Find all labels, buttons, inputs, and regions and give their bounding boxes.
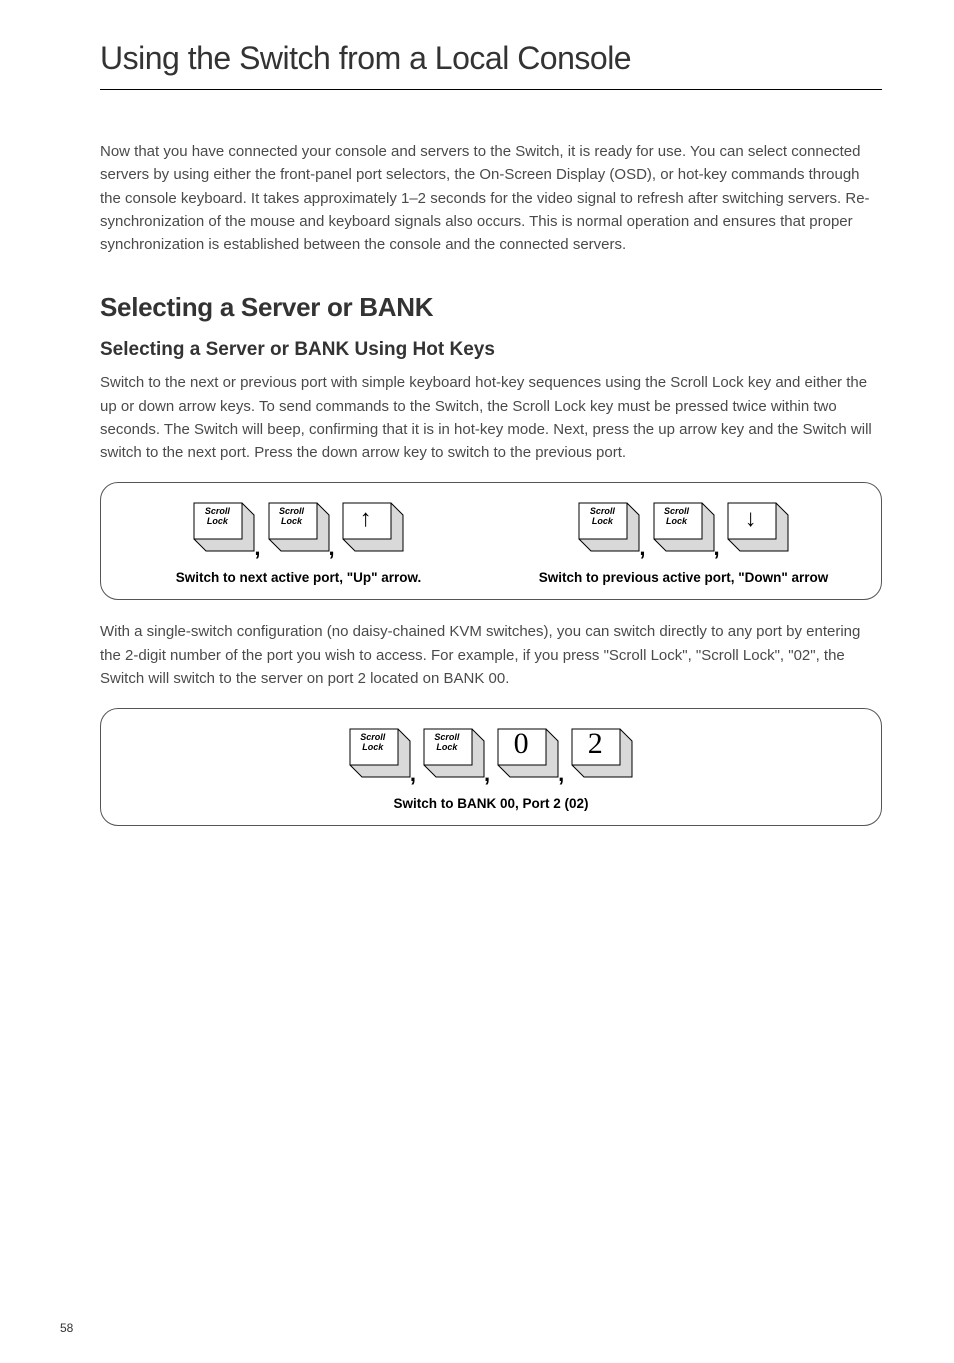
diagram-left-col: ScrollLock , ScrollLock , ↑ Switch to ne… bbox=[121, 501, 476, 587]
down-arrow-key: ↓ bbox=[726, 501, 790, 553]
diagram-next-prev-port: ScrollLock , ScrollLock , ↑ Switch to ne… bbox=[100, 482, 882, 600]
scroll-lock-key: ScrollLock bbox=[652, 501, 716, 553]
intro-paragraph: Now that you have connected your console… bbox=[100, 140, 882, 256]
scroll-lock-key: ScrollLock bbox=[422, 727, 486, 779]
scroll-lock-key: ScrollLock bbox=[348, 727, 412, 779]
key-digit: 2 bbox=[570, 727, 620, 761]
down-arrow-icon: ↓ bbox=[726, 505, 776, 533]
page-title: Using the Switch from a Local Console bbox=[100, 40, 882, 77]
key-digit: 0 bbox=[496, 727, 546, 761]
section-heading: Selecting a Server or BANK bbox=[100, 292, 882, 323]
diagram-caption-left: Switch to next active port, "Up" arrow. bbox=[176, 569, 422, 587]
scroll-lock-key: ScrollLock bbox=[192, 501, 256, 553]
diagram-right-col: ScrollLock , ScrollLock , ↓ Switch to pr… bbox=[506, 501, 861, 587]
digit-key-2: 2 bbox=[570, 727, 634, 779]
up-arrow-icon: ↑ bbox=[341, 505, 391, 533]
diagram-caption-right: Switch to previous active port, "Down" a… bbox=[539, 569, 829, 587]
title-rule bbox=[100, 89, 882, 90]
key-label: ScrollLock bbox=[192, 507, 242, 527]
key-label: ScrollLock bbox=[348, 733, 398, 753]
scroll-lock-key: ScrollLock bbox=[267, 501, 331, 553]
digit-key-0: 0 bbox=[496, 727, 560, 779]
diagram-caption-port02: Switch to BANK 00, Port 2 (02) bbox=[121, 795, 861, 813]
diagram-direct-port: ScrollLock , ScrollLock , 0 , 2 Switch t… bbox=[100, 708, 882, 826]
key-label: ScrollLock bbox=[422, 733, 472, 753]
scroll-lock-key: ScrollLock bbox=[577, 501, 641, 553]
up-arrow-key: ↑ bbox=[341, 501, 405, 553]
page-number: 58 bbox=[60, 1321, 73, 1335]
key-label: ScrollLock bbox=[267, 507, 317, 527]
subsection-heading: Selecting a Server or BANK Using Hot Key… bbox=[100, 339, 882, 361]
key-label: ScrollLock bbox=[577, 507, 627, 527]
hotkey-paragraph-1: Switch to the next or previous port with… bbox=[100, 371, 882, 464]
key-label: ScrollLock bbox=[652, 507, 702, 527]
hotkey-paragraph-2: With a single-switch configuration (no d… bbox=[100, 620, 882, 690]
